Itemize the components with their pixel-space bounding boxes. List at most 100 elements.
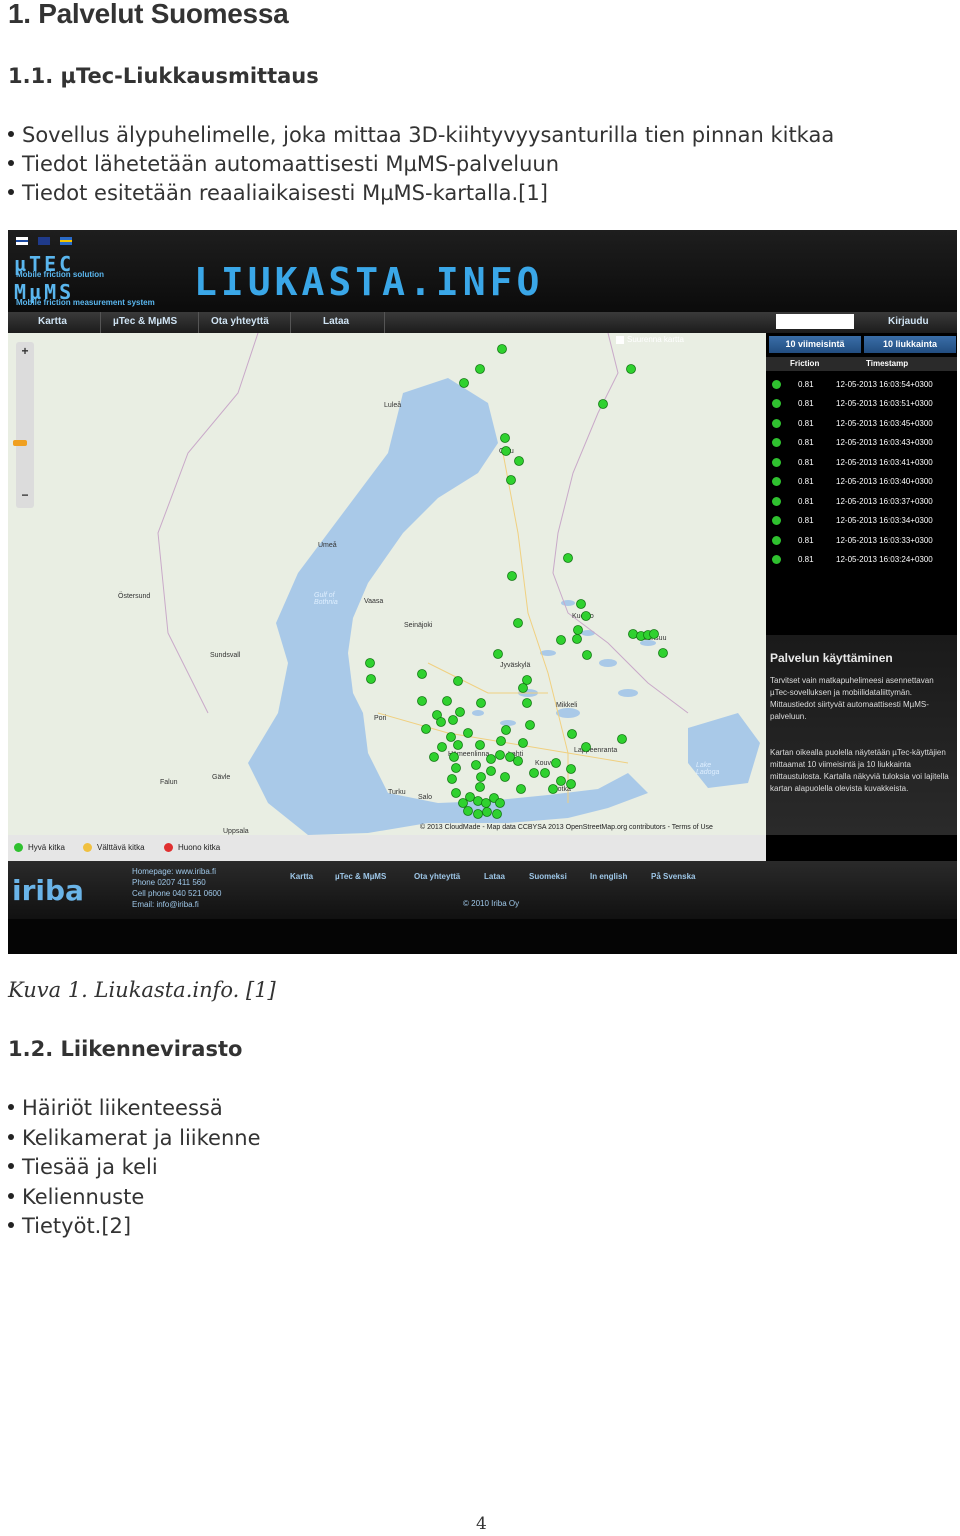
table-row[interactable]: 0.81 12-05-2013 16:03:41+0300 bbox=[766, 453, 957, 472]
bullet-dot-icon bbox=[8, 1163, 14, 1169]
login-field[interactable] bbox=[776, 314, 854, 329]
nav-contact[interactable]: Ota yhteyttä bbox=[211, 316, 269, 327]
map-point bbox=[497, 344, 507, 354]
measurement-points bbox=[365, 344, 668, 819]
map-point bbox=[417, 696, 427, 706]
map-point bbox=[628, 629, 638, 639]
map-point bbox=[451, 763, 461, 773]
map-point bbox=[522, 698, 532, 708]
site-title: LIUKASTA.INFO bbox=[194, 260, 544, 304]
finnish-flag-icon[interactable] bbox=[16, 237, 28, 245]
table-row[interactable]: 0.81 12-05-2013 16:03:45+0300 bbox=[766, 414, 957, 433]
footer-contact[interactable]: Homepage: www.iriba.fi bbox=[132, 867, 216, 876]
bullet-item: Kelikamerat ja liikenne bbox=[8, 1126, 261, 1150]
map-point bbox=[429, 752, 439, 762]
map-point bbox=[486, 766, 496, 776]
map-point bbox=[500, 433, 510, 443]
map-point bbox=[617, 734, 627, 744]
legend-bad[interactable]: Huono kitka bbox=[178, 843, 220, 852]
good-friction-icon[interactable] bbox=[14, 843, 23, 852]
table-row[interactable]: 0.81 12-05-2013 16:03:51+0300 bbox=[766, 394, 957, 413]
map-point bbox=[475, 782, 485, 792]
map-point bbox=[463, 806, 473, 816]
map-point bbox=[453, 740, 463, 750]
enlarge-map-checkbox[interactable]: Suurenna kartta bbox=[616, 335, 764, 349]
results-panel: 10 viimeisintä 10 liukkainta Friction Ti… bbox=[766, 333, 957, 835]
status-dot-icon bbox=[772, 380, 781, 389]
bullet-dot-icon bbox=[8, 131, 14, 137]
map-point bbox=[540, 768, 550, 778]
moderate-friction-icon[interactable] bbox=[83, 843, 92, 852]
map-point bbox=[556, 635, 566, 645]
map-point bbox=[493, 649, 503, 659]
section-title-liikennevirasto: 1.2. Liikennevirasto bbox=[8, 1037, 243, 1061]
table-row[interactable]: 0.81 12-05-2013 16:03:33+0300 bbox=[766, 531, 957, 550]
map-point bbox=[649, 629, 659, 639]
bullet-item: Sovellus älypuhelimelle, joka mittaa 3D-… bbox=[8, 123, 834, 147]
map-point bbox=[563, 553, 573, 563]
section-title-utec: 1.1. µTec-Liukkausmittaus bbox=[8, 64, 319, 88]
footer-nav-item[interactable]: µTec & MµMS bbox=[335, 872, 386, 881]
map-point bbox=[495, 798, 505, 808]
map-point bbox=[473, 796, 483, 806]
top-nav: Kartta µTec & MµMS Ota yhteyttä Lataa Ki… bbox=[8, 312, 957, 333]
map-point bbox=[366, 674, 376, 684]
footer-contact: Cell phone 040 521 0600 bbox=[132, 889, 222, 898]
status-dot-icon bbox=[772, 536, 781, 545]
nav-utec-mums[interactable]: µTec & MµMS bbox=[113, 316, 177, 327]
footer-nav-item[interactable]: På Svenska bbox=[651, 872, 695, 881]
table-row[interactable]: 0.81 12-05-2013 16:03:40+0300 bbox=[766, 472, 957, 491]
uk-flag-icon[interactable] bbox=[38, 237, 50, 245]
map-point bbox=[446, 732, 456, 742]
tab-latest[interactable]: 10 viimeisintä bbox=[769, 336, 861, 353]
map-point bbox=[658, 648, 668, 658]
map-point bbox=[513, 756, 523, 766]
map-point bbox=[475, 740, 485, 750]
footer-nav-item[interactable]: In english bbox=[590, 872, 627, 881]
bullet-item: Häiriöt liikenteessä bbox=[8, 1096, 223, 1120]
legend-moderate[interactable]: Välttävä kitka bbox=[97, 843, 145, 852]
bullet-dot-icon bbox=[8, 160, 14, 166]
logo-tagline: Mobile friction measurement system bbox=[16, 298, 155, 307]
checkbox-icon[interactable] bbox=[616, 335, 624, 344]
map-point bbox=[581, 742, 591, 752]
footer-nav-item[interactable]: Kartta bbox=[290, 872, 313, 881]
bad-friction-icon[interactable] bbox=[164, 843, 173, 852]
map-copyright: © 2013 CloudMade - Map data CCBYSA 2013 … bbox=[420, 824, 713, 831]
bullet-dot-icon bbox=[8, 1104, 14, 1110]
map-point bbox=[581, 611, 591, 621]
table-row[interactable]: 0.81 12-05-2013 16:03:37+0300 bbox=[766, 492, 957, 511]
footer-nav-item[interactable]: Ota yhteyttä bbox=[414, 872, 460, 881]
map-point bbox=[476, 698, 486, 708]
map-point bbox=[522, 675, 532, 685]
status-dot-icon bbox=[772, 458, 781, 467]
footer-nav-item[interactable]: Lataa bbox=[484, 872, 505, 881]
map-point bbox=[365, 658, 375, 668]
map-point bbox=[576, 599, 586, 609]
map-point bbox=[449, 752, 459, 762]
swedish-flag-icon[interactable] bbox=[60, 237, 72, 245]
footer-nav-item[interactable]: Suomeksi bbox=[529, 872, 567, 881]
map-point bbox=[505, 752, 515, 762]
table-row[interactable]: 0.81 12-05-2013 16:03:54+0300 bbox=[766, 375, 957, 394]
table-row[interactable]: 0.81 12-05-2013 16:03:43+0300 bbox=[766, 433, 957, 452]
map-point bbox=[447, 774, 457, 784]
status-dot-icon bbox=[772, 419, 781, 428]
legend-good[interactable]: Hyvä kitka bbox=[28, 843, 65, 852]
login-link[interactable]: Kirjaudu bbox=[888, 316, 929, 327]
nav-download[interactable]: Lataa bbox=[323, 316, 349, 327]
footer-contact[interactable]: Email: info@iriba.fi bbox=[132, 900, 199, 909]
map-point bbox=[495, 750, 505, 760]
table-row[interactable]: 0.81 12-05-2013 16:03:34+0300 bbox=[766, 511, 957, 530]
map-point bbox=[551, 758, 561, 768]
bullet-item: Tiesää ja keli bbox=[8, 1155, 158, 1179]
nav-kartta[interactable]: Kartta bbox=[38, 316, 67, 327]
map-point bbox=[436, 717, 446, 727]
map-point bbox=[573, 625, 583, 635]
map-point bbox=[506, 475, 516, 485]
tab-slipperiest[interactable]: 10 liukkainta bbox=[864, 336, 956, 353]
table-row[interactable]: 0.81 12-05-2013 16:03:24+0300 bbox=[766, 550, 957, 569]
site-footer: iriba Homepage: www.iriba.fi Phone 0207 … bbox=[8, 861, 957, 919]
bullet-dot-icon bbox=[8, 189, 14, 195]
map-point bbox=[582, 650, 592, 660]
